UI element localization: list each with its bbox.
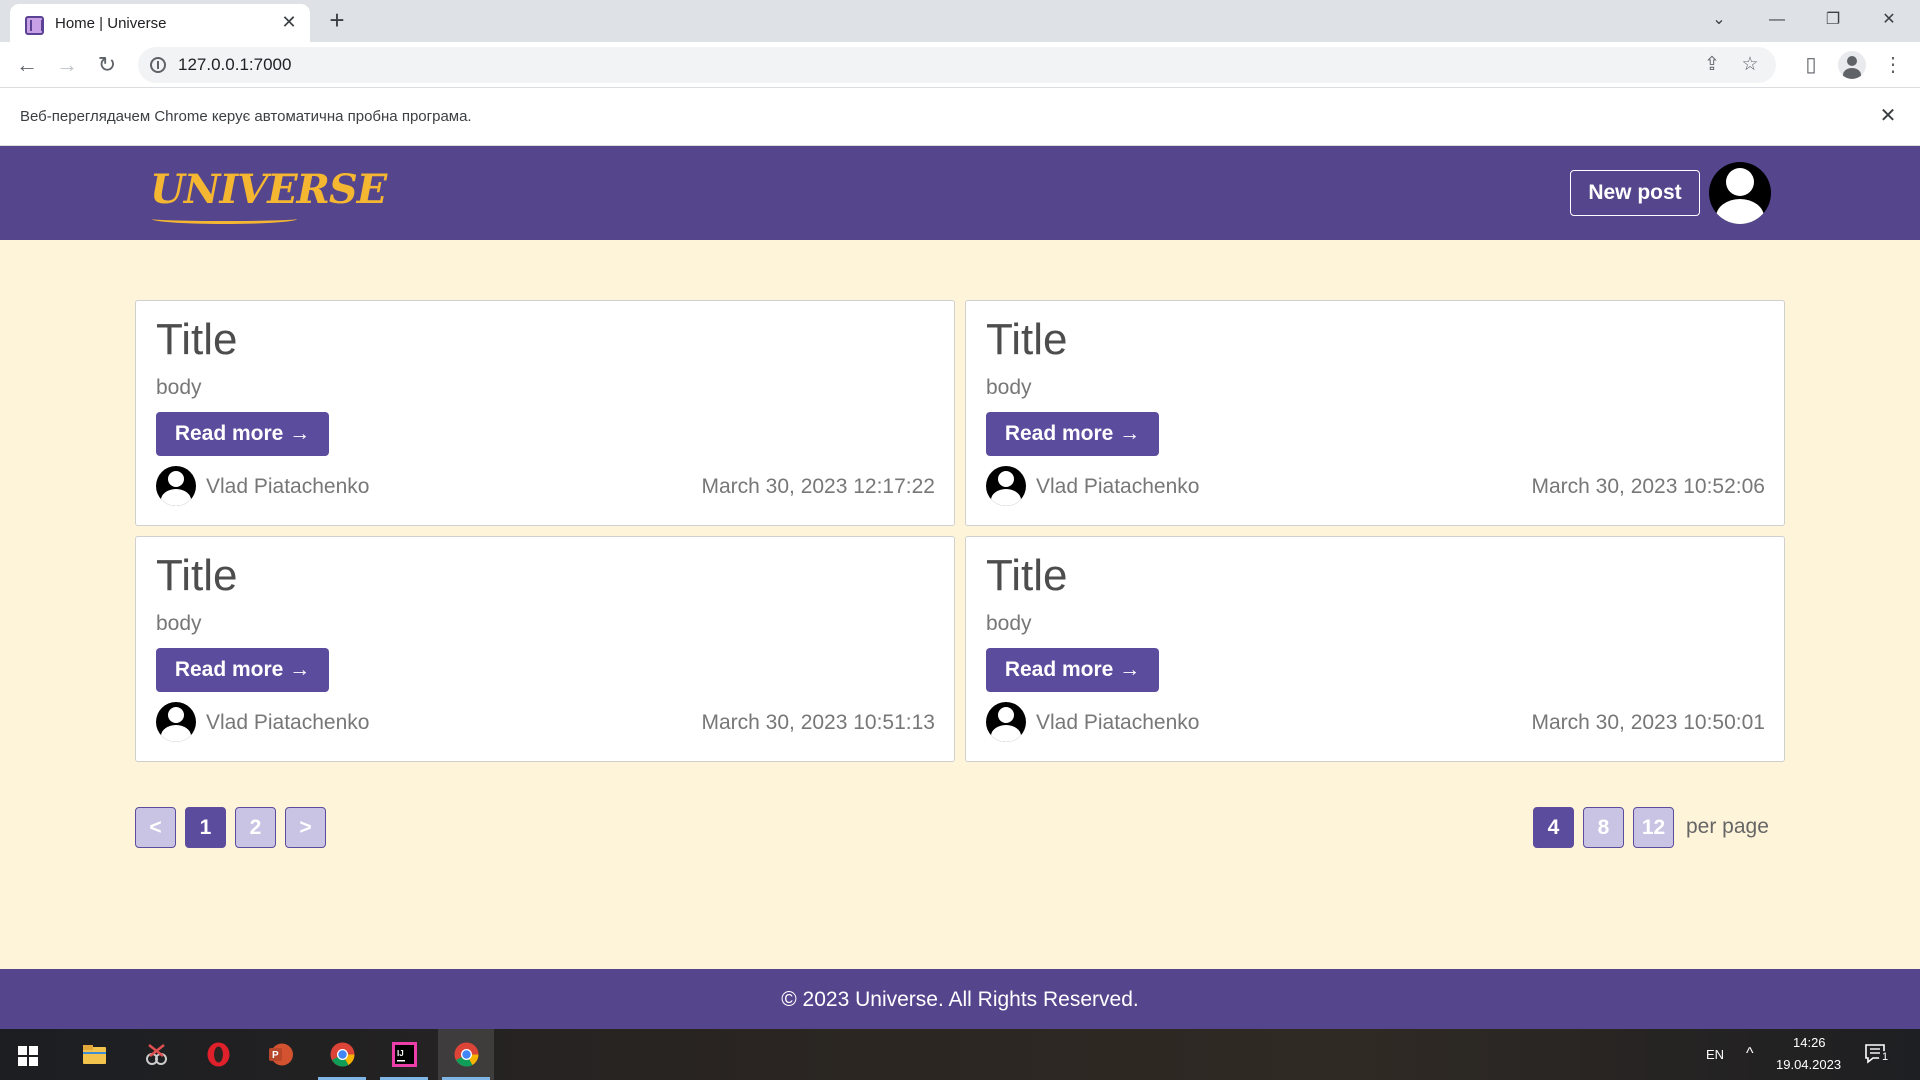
browser-toolbar: ← → ↻ 127.0.0.1:7000 ⇪ ☆ ▯ ⋮ bbox=[0, 42, 1920, 88]
automation-infobar: Веб-переглядачем Chrome керує автоматичн… bbox=[0, 88, 1920, 146]
snipping-tool-icon[interactable] bbox=[128, 1029, 184, 1080]
read-more-button[interactable]: Read more → bbox=[986, 648, 1159, 692]
post-date: March 30, 2023 10:51:13 bbox=[701, 711, 935, 734]
post-author: Vlad Piatachenko bbox=[206, 475, 370, 498]
site-logo[interactable]: UNIVERSE bbox=[150, 166, 387, 224]
browser-tabstrip: Home | Universe ✕ + ⌄ — ❐ ✕ bbox=[0, 0, 1920, 42]
post-card: Title body Read more → Vlad Piatachenko … bbox=[965, 300, 1785, 526]
site-header: UNIVERSE New post bbox=[0, 146, 1920, 240]
tab-search-icon[interactable]: ⌄ bbox=[1696, 4, 1742, 36]
site-footer: © 2023 Universe. All Rights Reserved. bbox=[0, 969, 1920, 1029]
svg-text:IJ: IJ bbox=[397, 1049, 404, 1058]
browser-tab[interactable]: Home | Universe ✕ bbox=[10, 4, 310, 42]
back-button[interactable]: ← bbox=[12, 50, 42, 80]
prev-page-button[interactable]: < bbox=[135, 807, 176, 848]
input-language-indicator[interactable]: EN bbox=[1706, 1047, 1724, 1062]
tray-overflow-chevron-icon[interactable]: ^ bbox=[1746, 1045, 1754, 1063]
side-panel-icon[interactable]: ▯ bbox=[1796, 50, 1826, 80]
new-post-button[interactable]: New post bbox=[1570, 170, 1700, 216]
per-page-label: per page bbox=[1686, 815, 1769, 838]
notification-center-icon[interactable]: 1 bbox=[1864, 1043, 1891, 1065]
author-avatar-icon bbox=[986, 702, 1026, 742]
post-body: body bbox=[156, 612, 202, 635]
logo-swoosh bbox=[152, 214, 297, 224]
opera-icon[interactable] bbox=[190, 1029, 246, 1080]
tab-title: Home | Universe bbox=[55, 15, 167, 32]
minimize-button[interactable]: — bbox=[1754, 4, 1800, 36]
reload-button[interactable]: ↻ bbox=[92, 50, 122, 80]
restore-button[interactable]: ❐ bbox=[1810, 4, 1856, 36]
read-more-button[interactable]: Read more → bbox=[156, 412, 329, 456]
post-body: body bbox=[986, 376, 1032, 399]
powerpoint-icon[interactable]: P bbox=[252, 1029, 308, 1080]
share-icon[interactable]: ⇪ bbox=[1700, 53, 1724, 77]
notification-count-badge: 1 bbox=[1879, 1051, 1891, 1063]
bookmark-star-icon[interactable]: ☆ bbox=[1738, 53, 1762, 77]
post-date: March 30, 2023 10:52:06 bbox=[1531, 475, 1765, 498]
clock-date[interactable]: 19.04.2023 bbox=[1776, 1057, 1841, 1072]
post-date: March 30, 2023 12:17:22 bbox=[701, 475, 935, 498]
post-date: March 30, 2023 10:50:01 bbox=[1531, 711, 1765, 734]
intellij-idea-icon[interactable]: IJ bbox=[376, 1029, 432, 1080]
close-window-button[interactable]: ✕ bbox=[1866, 4, 1912, 36]
author-avatar-icon bbox=[156, 466, 196, 506]
page-button-2[interactable]: 2 bbox=[235, 807, 276, 848]
chrome-menu-icon[interactable]: ⋮ bbox=[1878, 50, 1908, 80]
next-page-button[interactable]: > bbox=[285, 807, 326, 848]
per-page-option-12[interactable]: 12 bbox=[1633, 807, 1674, 848]
post-title: Title bbox=[156, 551, 238, 600]
user-avatar-icon[interactable] bbox=[1709, 162, 1771, 224]
page-button-1[interactable]: 1 bbox=[185, 807, 226, 848]
svg-text:P: P bbox=[272, 1050, 279, 1061]
forward-button[interactable]: → bbox=[52, 50, 82, 80]
address-bar[interactable]: 127.0.0.1:7000 ⇪ ☆ bbox=[138, 47, 1776, 83]
post-card: Title body Read more → Vlad Piatachenko … bbox=[135, 300, 955, 526]
post-author: Vlad Piatachenko bbox=[1036, 711, 1200, 734]
post-body: body bbox=[986, 612, 1032, 635]
windows-taskbar: P IJ EN ^ 14:26 19.04.2023 1 bbox=[0, 1029, 1920, 1080]
profile-icon[interactable] bbox=[1838, 51, 1866, 79]
infobar-close-icon[interactable]: ✕ bbox=[1874, 102, 1902, 130]
per-page-option-8[interactable]: 8 bbox=[1583, 807, 1624, 848]
tab-close-icon[interactable]: ✕ bbox=[278, 11, 300, 33]
post-title: Title bbox=[156, 315, 238, 364]
read-more-button[interactable]: Read more → bbox=[986, 412, 1159, 456]
new-tab-button[interactable]: + bbox=[323, 7, 351, 35]
windows-start-icon[interactable] bbox=[18, 1046, 38, 1066]
post-author: Vlad Piatachenko bbox=[206, 711, 370, 734]
copyright-text: © 2023 Universe. All Rights Reserved. bbox=[781, 988, 1139, 1011]
chrome-active-app-icon[interactable] bbox=[438, 1029, 494, 1080]
author-avatar-icon bbox=[156, 702, 196, 742]
site-favicon-icon bbox=[25, 16, 44, 35]
post-card: Title body Read more → Vlad Piatachenko … bbox=[965, 536, 1785, 762]
per-page-option-4[interactable]: 4 bbox=[1533, 807, 1574, 848]
post-title: Title bbox=[986, 315, 1068, 364]
logo-wordmark: UNIVERSE bbox=[150, 166, 387, 213]
post-card: Title body Read more → Vlad Piatachenko … bbox=[135, 536, 955, 762]
site-info-icon[interactable] bbox=[150, 57, 166, 73]
chrome-app-icon[interactable] bbox=[314, 1029, 370, 1080]
post-author: Vlad Piatachenko bbox=[1036, 475, 1200, 498]
url-text[interactable]: 127.0.0.1:7000 bbox=[178, 55, 291, 75]
clock-time[interactable]: 14:26 bbox=[1793, 1035, 1826, 1050]
author-avatar-icon bbox=[986, 466, 1026, 506]
infobar-message: Веб-переглядачем Chrome керує автоматичн… bbox=[20, 108, 472, 125]
post-title: Title bbox=[986, 551, 1068, 600]
read-more-button[interactable]: Read more → bbox=[156, 648, 329, 692]
file-explorer-icon[interactable] bbox=[66, 1029, 122, 1080]
post-body: body bbox=[156, 376, 202, 399]
